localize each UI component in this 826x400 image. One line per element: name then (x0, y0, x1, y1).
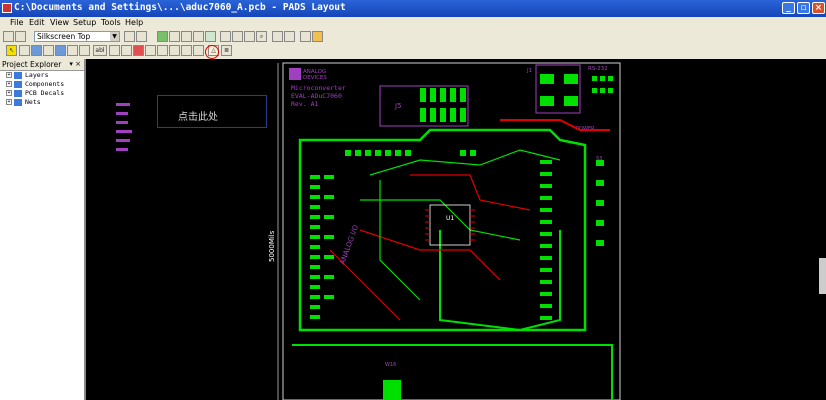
minimize-button[interactable]: _ (782, 2, 795, 14)
properties-icon[interactable]: ≣ (221, 45, 232, 56)
layout-icon[interactable] (272, 31, 283, 42)
u1-label: U1 (446, 215, 454, 222)
tree-item-label: PCB Decals (25, 89, 65, 97)
cutout-icon[interactable] (79, 45, 90, 56)
plane-area-icon[interactable] (157, 45, 168, 56)
from-library-icon[interactable] (145, 45, 156, 56)
select-arrow-icon[interactable]: ↖ (6, 45, 17, 56)
j5-label: J5 (394, 102, 402, 110)
tree-item-components[interactable]: + Components (0, 80, 84, 89)
expand-icon[interactable]: + (6, 90, 12, 96)
menu-setup[interactable]: Setup (73, 18, 96, 27)
tree-item-label: Nets (25, 98, 41, 106)
title-bar: C:\Documents and Settings\...\aduc7060_A… (0, 0, 826, 17)
2d-line-icon[interactable] (109, 45, 120, 56)
cut-icon[interactable] (124, 31, 135, 42)
nets-icon (14, 99, 22, 106)
explorer-title: Project Explorer (2, 60, 62, 69)
menu-edit[interactable]: Edit (29, 18, 45, 27)
annotation-text: 点击此处 (178, 112, 218, 123)
zoom-area-icon[interactable] (244, 31, 255, 42)
window-icon[interactable] (300, 31, 311, 42)
keepout-icon[interactable] (67, 45, 78, 56)
rs232-pads (592, 76, 613, 93)
j1-pads (540, 74, 578, 106)
via-icon[interactable] (181, 45, 192, 56)
tree-item-layers[interactable]: + Layers (0, 71, 84, 80)
expand-icon[interactable]: + (6, 72, 12, 78)
tree-item-pcb-decals[interactable]: + PCB Decals (0, 89, 84, 98)
close-icon[interactable]: ▾ × (69, 59, 81, 70)
layer-select[interactable]: Silkscreen Top ▼ (34, 31, 120, 42)
analog-io-label: ANALOG I/O (338, 223, 360, 265)
drafting-toolbar-icon[interactable] (169, 31, 180, 42)
app-icon (2, 3, 12, 13)
dimension-icon[interactable] (121, 45, 132, 56)
layers-icon (14, 72, 22, 79)
ecos-icon[interactable] (193, 31, 204, 42)
search-icon[interactable]: ⌕ (256, 31, 267, 42)
side-tab[interactable] (819, 258, 826, 294)
bga-icon[interactable] (205, 31, 216, 42)
paint-icon[interactable] (284, 31, 295, 42)
expand-icon[interactable]: + (6, 99, 12, 105)
product-line-2: EVAL-ADuC7060 (291, 92, 342, 100)
drafting-toolbar: ↖ abl △ ≣ (0, 44, 826, 60)
logo-mark (289, 68, 301, 80)
menu-tools[interactable]: Tools (101, 18, 121, 27)
explorer-header: Project Explorer ▾ × (0, 59, 84, 71)
u1-outline (429, 204, 471, 246)
new-file-icon[interactable] (3, 31, 14, 42)
redraw-icon[interactable] (220, 31, 231, 42)
green-trace (379, 180, 421, 301)
menu-help[interactable]: Help (125, 18, 143, 27)
product-line-1: Microconverter (291, 84, 346, 92)
tree-item-label: Layers (25, 71, 49, 79)
board-outline-icon[interactable] (133, 45, 144, 56)
layer-select-value: Silkscreen Top (37, 32, 91, 41)
menu-bar: File Edit View Setup Tools Help (0, 17, 826, 30)
s3-label: S3 (596, 156, 602, 162)
copper-pour-icon[interactable] (43, 45, 54, 56)
copper-icon[interactable] (31, 45, 42, 56)
components-icon (14, 81, 22, 88)
w16-pad (383, 380, 401, 400)
project-explorer: Project Explorer ▾ × + Layers + Componen… (0, 59, 86, 400)
open-file-icon[interactable] (15, 31, 26, 42)
w16-label: W16 (385, 362, 396, 368)
chevron-down-icon[interactable]: ▼ (110, 32, 119, 41)
copper-cutout-icon[interactable] (169, 45, 180, 56)
menu-view[interactable]: View (50, 18, 69, 27)
left-legend (116, 103, 132, 151)
design-toolbar-icon[interactable] (157, 31, 168, 42)
j5-pads (420, 88, 466, 122)
copy-icon[interactable] (136, 31, 147, 42)
maximize-button[interactable]: ▫ (797, 2, 810, 14)
expand-icon[interactable]: + (6, 81, 12, 87)
right-pin-column (540, 160, 604, 320)
menu-file[interactable]: File (10, 18, 23, 27)
tree-item-label: Components (25, 80, 65, 88)
rs232-label: RS-232 (588, 66, 608, 72)
shape-icon[interactable] (19, 45, 30, 56)
hatch-icon[interactable] (55, 45, 66, 56)
dimension-label: 5000Mils (268, 230, 276, 262)
highlight-circle (205, 45, 219, 59)
highlight-icon[interactable] (312, 31, 323, 42)
bottom-pour-edge (292, 344, 613, 400)
j1-label: J1 (526, 68, 532, 74)
close-button[interactable]: × (812, 2, 825, 14)
top-component-row (345, 150, 476, 156)
tree-item-nets[interactable]: + Nets (0, 98, 84, 107)
auto-dimension-icon[interactable] (193, 45, 204, 56)
decals-icon (14, 90, 22, 97)
route-icon[interactable] (181, 31, 192, 42)
window-title: C:\Documents and Settings\...\aduc7060_A… (14, 2, 346, 13)
zoom-icon[interactable] (232, 31, 243, 42)
logo-text-2: DEVICES (303, 75, 327, 81)
left-pin-column (310, 175, 334, 319)
product-line-3: Rev. A1 (291, 100, 318, 108)
standard-toolbar: Silkscreen Top ▼ ⌕ (0, 30, 826, 45)
text-icon[interactable]: abl (93, 45, 107, 56)
